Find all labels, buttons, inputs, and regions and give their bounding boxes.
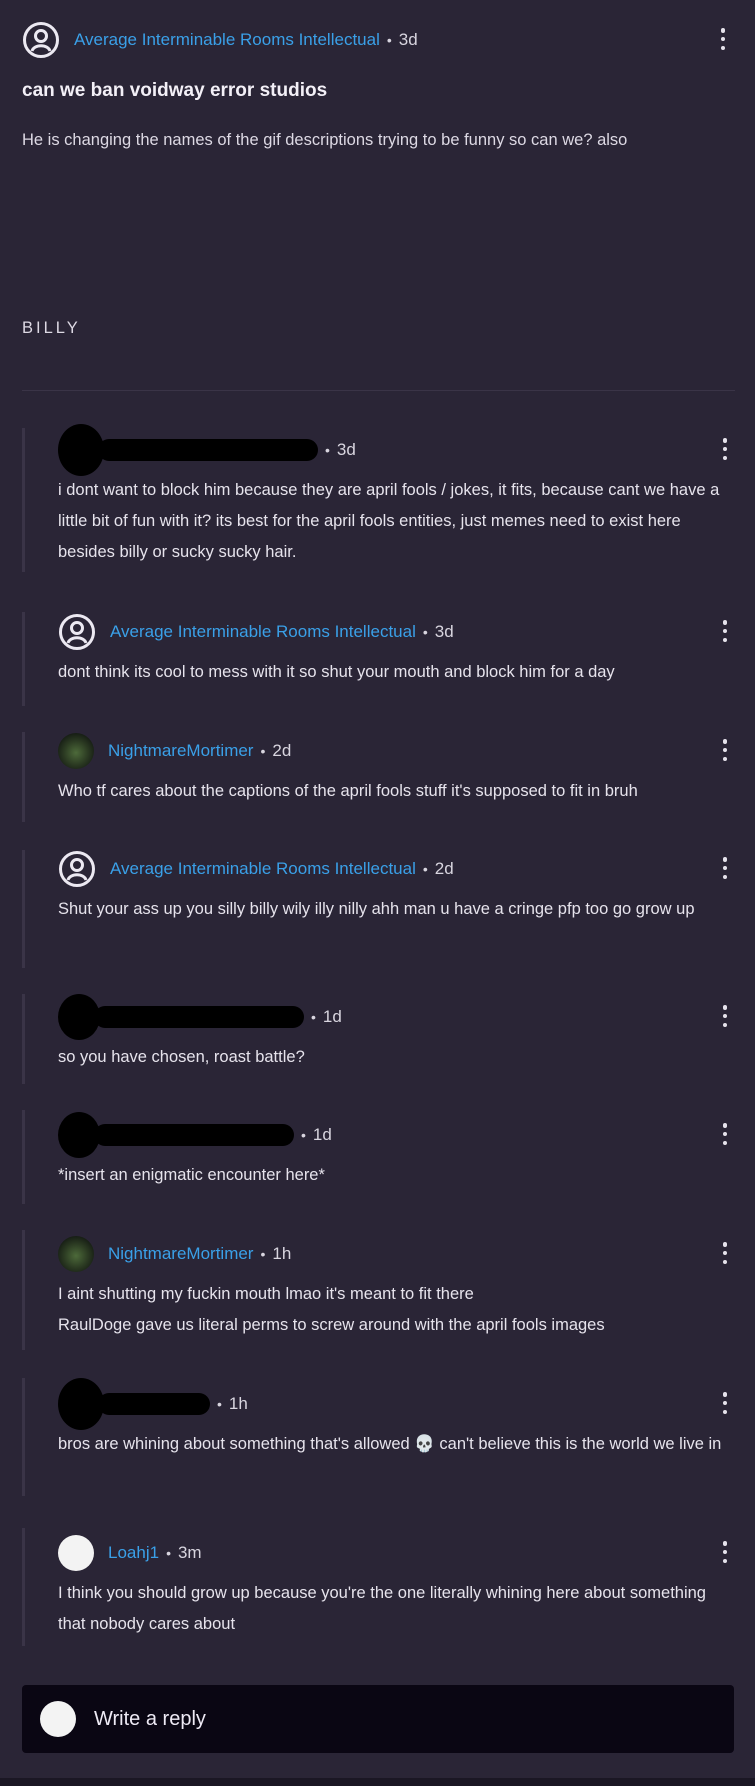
avatar[interactable] [58,733,94,769]
thread-line [22,428,25,572]
more-vertical-icon[interactable] [713,26,733,52]
post-title: can we ban voidway error studios [22,80,328,101]
separator-dot: • [260,1246,266,1262]
comment-text: dont think its cool to mess with it so s… [58,663,615,681]
comment-header: • 1d [58,994,735,1040]
bottom-strip [0,1778,755,1786]
comment-time: 1h [228,1394,248,1413]
avatar[interactable] [58,1535,94,1571]
comment-header: Average Interminable Rooms Intellectual … [58,612,735,652]
thread-line [22,1110,25,1204]
more-vertical-icon[interactable] [715,1539,735,1565]
separator-dot: • [166,1545,171,1561]
more-vertical-icon[interactable] [715,618,735,644]
thread-line [22,994,25,1084]
thread-line [22,1230,25,1350]
comment-time: 2d [272,741,292,760]
comment: Average Interminable Rooms Intellectual … [58,849,735,925]
separator-dot: • [311,1009,316,1025]
post-time: 3d [398,30,418,49]
comment-time: 3m [177,1543,202,1562]
comment-text-line: RaulDoge gave us literal perms to screw … [58,1316,605,1334]
comment-text: I aint shutting my fuckin mouth lmao it'… [58,1279,735,1341]
post-author[interactable]: Average Interminable Rooms Intellectual [74,30,380,50]
comment-time: 3d [434,622,454,641]
more-vertical-icon[interactable] [715,1121,735,1147]
comment-header: • 3d [58,424,735,476]
thread-line [22,1528,25,1646]
comment-time: 1d [322,1007,342,1026]
user-circle-icon[interactable] [58,850,96,888]
redacted-username[interactable] [94,1006,304,1028]
comment-author[interactable]: Average Interminable Rooms Intellectual [110,859,416,879]
avatar [40,1701,76,1737]
comment-header: Loahj1 • 3m [58,1533,735,1573]
comment: Average Interminable Rooms Intellectual … [58,612,735,688]
redacted-username[interactable] [98,439,318,461]
thread-line [22,1378,25,1496]
comment: • 3d i dont want to block him because th… [58,424,735,568]
comment-text: Shut your ass up you silly billy wily il… [58,900,695,918]
separator-dot: • [422,624,428,640]
comment: Loahj1 • 3m I think you should grow up b… [58,1533,735,1640]
separator-dot: • [301,1127,306,1143]
comment-author[interactable]: Loahj1 [108,1543,159,1563]
more-vertical-icon[interactable] [715,1003,735,1029]
comment-author[interactable]: Average Interminable Rooms Intellectual [110,622,416,642]
redacted-username[interactable] [94,1124,294,1146]
post-header: Average Interminable Rooms Intellectual … [22,20,733,60]
reply-input[interactable]: Write a reply [22,1685,734,1753]
comment-text: Who tf cares about the captions of the a… [58,782,638,800]
post-body: He is changing the names of the gif desc… [22,131,628,149]
comment-text: i dont want to block him because they ar… [58,481,720,561]
comment-text: bros are whining about something that's … [58,1435,722,1453]
comment-time: 3d [336,440,356,459]
redacted-username[interactable] [98,1393,210,1415]
comment-header: NightmareMortimer • 1h [58,1234,735,1274]
separator-dot: • [422,861,428,877]
comment: • 1d *insert an enigmatic encounter here… [58,1112,735,1191]
comment-header: • 1d [58,1112,735,1158]
avatar[interactable] [58,1236,94,1272]
more-vertical-icon[interactable] [715,436,735,462]
more-vertical-icon[interactable] [715,855,735,881]
thread-line [22,850,25,968]
comment-text-line: I aint shutting my fuckin mouth lmao it'… [58,1285,474,1303]
comment-time: 1d [312,1125,332,1144]
separator-dot: • [386,32,392,48]
comment: • 1d so you have chosen, roast battle? [58,994,735,1073]
comment-text: *insert an enigmatic encounter here* [58,1166,325,1184]
post-body-continued: BILLY [22,319,81,337]
more-vertical-icon[interactable] [715,737,735,763]
comment: NightmareMortimer • 2d Who tf cares abou… [58,731,735,807]
comment-header: NightmareMortimer • 2d [58,731,735,771]
separator-dot: • [217,1396,222,1412]
separator-dot: • [325,442,330,458]
comment-header: • 1h [58,1378,735,1430]
user-circle-icon[interactable] [58,613,96,651]
separator-dot: • [260,743,266,759]
divider [22,390,735,391]
comment: NightmareMortimer • 1h I aint shutting m… [58,1234,735,1341]
comment-author[interactable]: NightmareMortimer [108,741,253,761]
user-circle-icon[interactable] [22,21,60,59]
thread-line [22,732,25,822]
comment-text: so you have chosen, roast battle? [58,1048,305,1066]
thread-line [22,612,25,706]
more-vertical-icon[interactable] [715,1240,735,1266]
comment-time: 2d [434,859,454,878]
more-vertical-icon[interactable] [715,1390,735,1416]
reply-placeholder: Write a reply [94,1707,206,1730]
comment-header: Average Interminable Rooms Intellectual … [58,849,735,889]
comment: • 1h bros are whining about something th… [58,1378,735,1460]
comment-author[interactable]: NightmareMortimer [108,1244,253,1264]
comment-text: I think you should grow up because you'r… [58,1584,706,1633]
comment-time: 1h [272,1244,292,1263]
